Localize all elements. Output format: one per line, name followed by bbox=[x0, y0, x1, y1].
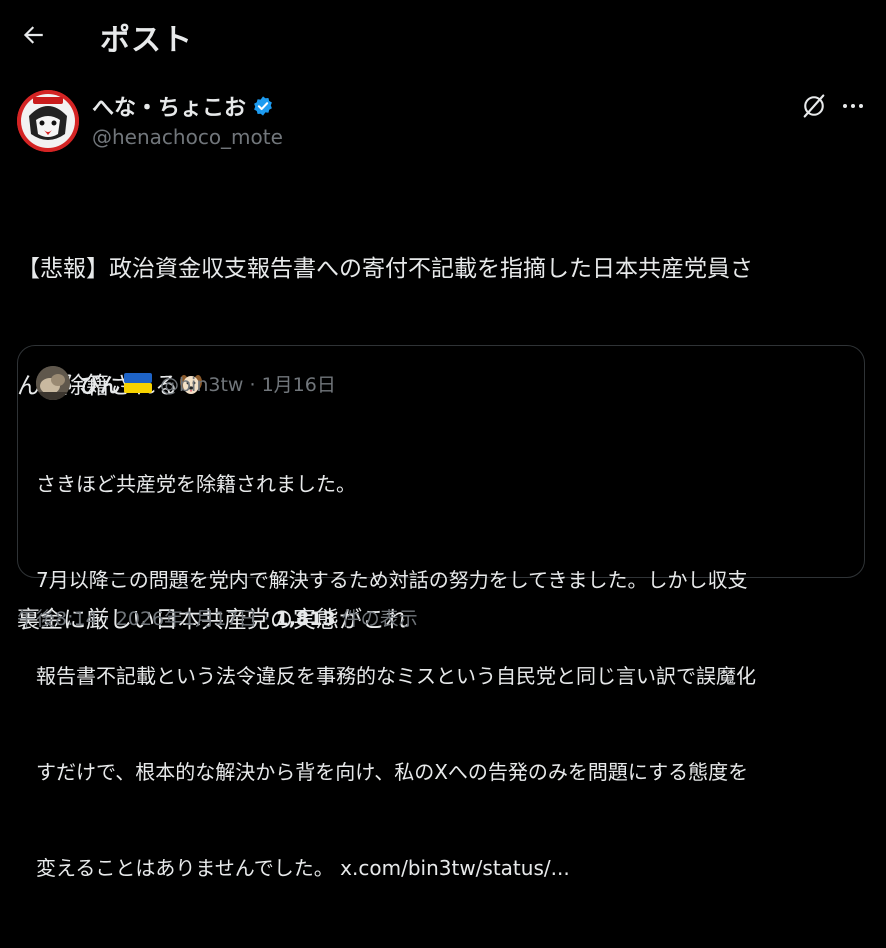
quote-line: 変えることはありませんでした。 x.com/bin3tw/status/... bbox=[36, 852, 856, 884]
quote-line-text: 変えることはありませんでした。 bbox=[36, 856, 341, 880]
grok-button[interactable] bbox=[800, 92, 828, 120]
grok-icon bbox=[803, 94, 825, 118]
quote-display-name: びん bbox=[80, 372, 120, 397]
name-row: へな・ちょこお bbox=[92, 90, 274, 122]
quote-line: 7月以降この問題を党内で解決するため対話の努力をしてきました。しかし収支 bbox=[36, 568, 748, 592]
quote-avatar bbox=[36, 366, 70, 400]
quote-line: すだけで、根本的な解決から背を向け、私のXへの告発のみを問題にする態度を bbox=[36, 760, 749, 784]
ukraine-flag-icon bbox=[124, 373, 152, 393]
timestamp[interactable]: 午後8:14 · 2026年1月17日 · bbox=[17, 608, 276, 630]
quote-link[interactable]: x.com/bin3tw/status/... bbox=[340, 856, 570, 880]
avatar-image bbox=[17, 90, 79, 152]
quote-body: さきほど共産党を除籍されました。 7月以降この問題を党内で解決するため対話の努力… bbox=[36, 404, 856, 948]
tweet-text-line: 【悲報】政治資金収支報告書への寄付不記載を指摘した日本共産党員さ bbox=[17, 256, 753, 282]
back-button[interactable] bbox=[16, 18, 50, 52]
quoted-tweet[interactable]: びん @bin3tw · 1月16日 さきほど共産党を除籍されました。 7月以降… bbox=[17, 345, 865, 880]
header: ポスト bbox=[0, 0, 886, 70]
tweet-meta: 午後8:14 · 2026年1月17日 · 1,813 件の表示 bbox=[17, 604, 418, 631]
author-row: へな・ちょこお @henachoco_mote bbox=[17, 88, 886, 158]
back-arrow-icon bbox=[23, 26, 43, 44]
quote-line: さきほど共産党を除籍されました。 bbox=[36, 472, 356, 496]
page-title: ポスト bbox=[100, 23, 193, 58]
author-handle[interactable]: @henachoco_mote bbox=[92, 125, 283, 149]
quote-handle-date: @bin3tw · 1月16日 bbox=[160, 373, 336, 396]
more-button[interactable] bbox=[839, 92, 867, 120]
verified-badge-icon bbox=[254, 96, 272, 116]
quote-header: びん @bin3tw · 1月16日 bbox=[36, 366, 336, 400]
avatar[interactable] bbox=[17, 90, 79, 152]
quote-line: 報告書不記載という法令違反を事務的なミスという自民党と同じ言い訳で誤魔化 bbox=[36, 664, 756, 688]
views-count: 1,813 bbox=[275, 608, 336, 630]
author-display-name[interactable]: へな・ちょこお bbox=[92, 90, 246, 122]
quote-avatar-image bbox=[36, 366, 70, 400]
more-icon bbox=[843, 104, 863, 108]
views-label: 件の表示 bbox=[335, 608, 418, 630]
